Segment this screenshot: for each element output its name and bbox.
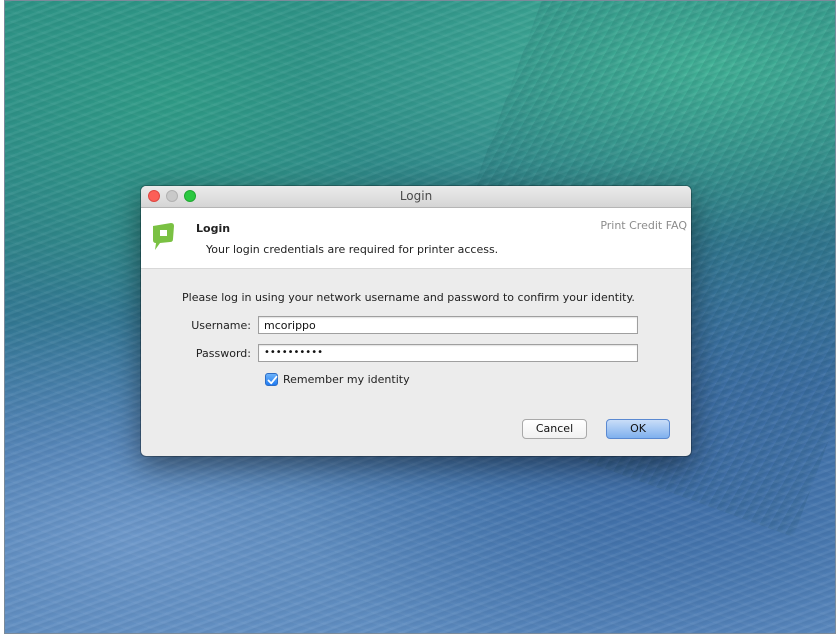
dialog-header: Login Your login credentials are require… [141, 208, 691, 269]
header-subtitle: Your login credentials are required for … [206, 243, 499, 256]
username-label: Username: [191, 319, 251, 332]
remember-identity-label: Remember my identity [283, 373, 410, 386]
checkmark-icon [267, 375, 278, 385]
header-title: Login [196, 222, 231, 235]
desktop-background: Login Login Your login credentials are r… [4, 0, 836, 634]
instructions-text: Please log in using your network usernam… [182, 291, 635, 304]
password-field[interactable]: •••••••••• [258, 344, 638, 362]
print-credit-faq-link[interactable]: Print Credit FAQ [600, 219, 687, 232]
papercut-logo-icon [153, 223, 174, 250]
window-title: Login [399, 189, 433, 203]
login-dialog: Login Login Your login credentials are r… [141, 186, 691, 456]
title-bar[interactable]: Login [141, 186, 691, 208]
cancel-button[interactable]: Cancel [522, 419, 587, 439]
checkbox-checked[interactable] [265, 373, 278, 386]
password-label: Password: [195, 347, 251, 360]
ok-button[interactable]: OK [606, 419, 670, 439]
username-field[interactable] [258, 316, 638, 334]
